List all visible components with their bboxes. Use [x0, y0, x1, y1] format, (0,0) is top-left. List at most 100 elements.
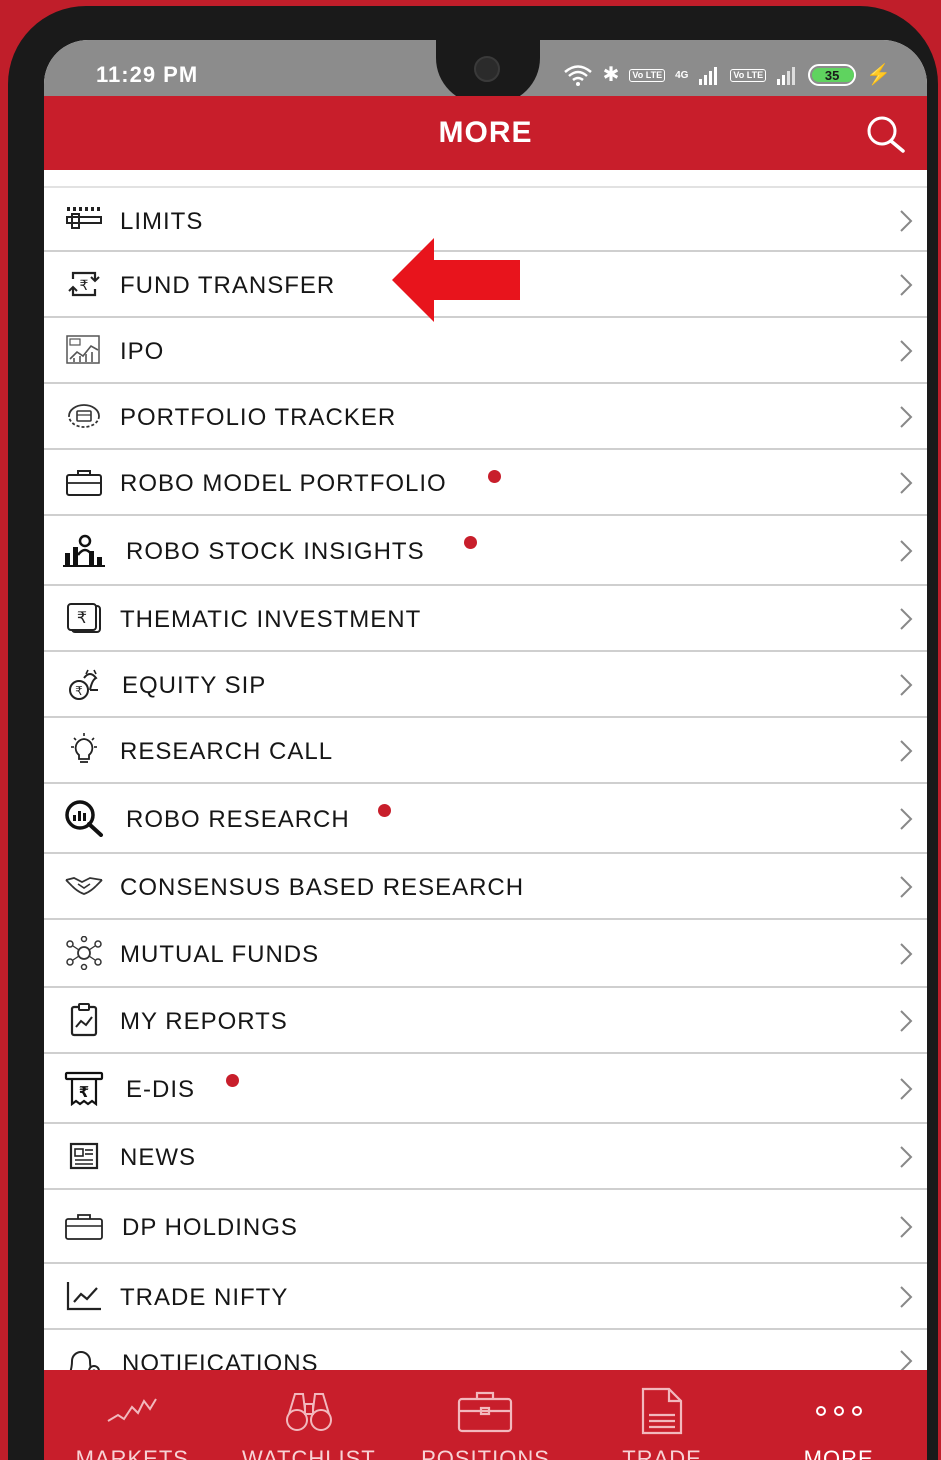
nav-label: MORE [803, 1446, 874, 1460]
menu-item-label: ROBO MODEL PORTFOLIO [120, 470, 447, 497]
nav-positions[interactable]: POSITIONS [397, 1370, 574, 1460]
menu-item-thematic-investment[interactable]: ₹ THEMATIC INVESTMENT [44, 586, 927, 652]
chevron-right-icon [900, 943, 913, 965]
page-title: MORE [438, 116, 533, 149]
nav-label: WATCHLIST [242, 1446, 376, 1460]
nav-watchlist[interactable]: WATCHLIST [221, 1370, 398, 1460]
menu-item-label: ROBO RESEARCH [126, 806, 350, 833]
menu-item-robo-model-portfolio[interactable]: ROBO MODEL PORTFOLIO [44, 450, 927, 516]
menu-item-robo-research[interactable]: ROBO RESEARCH [44, 784, 927, 854]
menu-item-label: DP HOLDINGS [122, 1214, 298, 1241]
new-badge-dot [378, 804, 391, 817]
menu-item-label: CONSENSUS BASED RESEARCH [120, 874, 525, 901]
menu-item-label: EQUITY SIP [122, 672, 267, 699]
battery-level: 35 [824, 67, 840, 83]
chevron-right-icon [900, 674, 913, 696]
menu-item-label: PORTFOLIO TRACKER [120, 404, 397, 431]
network-type: 4G [675, 69, 689, 81]
svg-text:₹: ₹ [75, 684, 83, 698]
briefcase-icon [62, 462, 106, 502]
status-bar: 11:29 PM ✱ Vo LTE 4G Vo LTE 35 ⚡ [44, 40, 927, 104]
menu-item-label: NEWS [120, 1144, 196, 1171]
stock-insights-icon [62, 530, 106, 570]
chevron-right-icon [900, 608, 913, 630]
menu-list: LIMITS ₹ FUND TRANSFER IPO PORTFOLIO TRA… [44, 186, 927, 1396]
menu-item-research-call[interactable]: RESEARCH CALL [44, 718, 927, 784]
menu-item-label: TRADE NIFTY [120, 1284, 289, 1311]
more-dots-icon [809, 1388, 869, 1434]
bottom-nav: MARKETS WATCHLIST POSITIONS TRADE MORE [44, 1370, 927, 1460]
document-icon [632, 1387, 692, 1435]
menu-item-ipo[interactable]: IPO [44, 318, 927, 384]
chevron-right-icon [900, 274, 913, 296]
rupee-note-icon: ₹ [62, 598, 106, 638]
nav-more[interactable]: MORE [750, 1370, 927, 1460]
svg-text:₹: ₹ [77, 608, 87, 627]
chevron-right-icon [900, 406, 913, 428]
markets-icon [102, 1388, 162, 1434]
menu-item-trade-nifty[interactable]: TRADE NIFTY [44, 1264, 927, 1330]
chevron-right-icon [900, 808, 913, 830]
chevron-right-icon [900, 1216, 913, 1238]
fund-transfer-icon: ₹ [62, 264, 106, 304]
menu-item-mutual-funds[interactable]: MUTUAL FUNDS [44, 920, 927, 988]
menu-item-equity-sip[interactable]: ₹ EQUITY SIP [44, 652, 927, 718]
nav-markets[interactable]: MARKETS [44, 1370, 221, 1460]
svg-text:₹: ₹ [79, 1083, 89, 1101]
menu-item-e-dis[interactable]: ₹ E-DIS [44, 1054, 927, 1124]
camera-notch [436, 40, 540, 104]
charging-icon: ⚡ [866, 64, 891, 86]
menu-item-robo-stock-insights[interactable]: ROBO STOCK INSIGHTS [44, 516, 927, 586]
menu-item-label: E-DIS [126, 1076, 196, 1103]
menu-item-label: IPO [120, 338, 165, 365]
bluetooth-icon: ✱ [602, 64, 620, 86]
nav-label: POSITIONS [421, 1446, 550, 1460]
annotation-arrow-icon [392, 238, 520, 322]
app-header: MORE [44, 96, 927, 170]
chevron-right-icon [900, 1286, 913, 1308]
chevron-right-icon [900, 1146, 913, 1168]
menu-item-label: RESEARCH CALL [120, 738, 334, 765]
chevron-right-icon [900, 1010, 913, 1032]
menu-item-label: MUTUAL FUNDS [120, 941, 320, 968]
menu-item-consensus-based-research[interactable]: CONSENSUS BASED RESEARCH [44, 854, 927, 920]
binoculars-icon [279, 1388, 339, 1434]
ipo-icon [62, 330, 106, 370]
chevron-right-icon [900, 876, 913, 898]
menu-item-portfolio-tracker[interactable]: PORTFOLIO TRACKER [44, 384, 927, 450]
chevron-right-icon [900, 472, 913, 494]
menu-item-label: ROBO STOCK INSIGHTS [126, 538, 425, 565]
menu-item-label: THEMATIC INVESTMENT [120, 606, 422, 633]
nav-label: TRADE [622, 1446, 702, 1460]
menu-item-dp-holdings[interactable]: DP HOLDINGS [44, 1190, 927, 1264]
menu-item-my-reports[interactable]: MY REPORTS [44, 988, 927, 1054]
receipt-rupee-icon: ₹ [62, 1068, 106, 1108]
new-badge-dot [488, 470, 501, 483]
handshake-icon [62, 866, 106, 906]
search-icon[interactable] [863, 114, 909, 154]
menu-item-label: LIMITS [120, 208, 204, 235]
chevron-right-icon [900, 340, 913, 362]
svg-text:₹: ₹ [80, 278, 89, 294]
lte-badge-1: Vo LTE [629, 68, 666, 82]
briefcase-icon [62, 1206, 106, 1246]
status-icons: ✱ Vo LTE 4G Vo LTE 35 ⚡ [563, 60, 891, 90]
lte-badge-2: Vo LTE [730, 68, 767, 82]
lightbulb-icon [62, 730, 106, 770]
signal-icon-2 [777, 67, 796, 85]
nav-trade[interactable]: TRADE [574, 1370, 751, 1460]
portfolio-tracker-icon [62, 396, 106, 436]
new-badge-dot [226, 1074, 239, 1087]
sip-icon: ₹ [62, 664, 106, 704]
chevron-right-icon [900, 1078, 913, 1100]
newspaper-icon [62, 1136, 106, 1176]
chevron-right-icon [900, 210, 913, 232]
menu-item-news[interactable]: NEWS [44, 1124, 927, 1190]
chevron-right-icon [900, 740, 913, 762]
limits-icon [62, 199, 106, 239]
status-time: 11:29 PM [96, 62, 199, 87]
clipboard-chart-icon [62, 1000, 106, 1040]
line-chart-icon [62, 1276, 106, 1316]
camera-icon [474, 56, 500, 82]
phone-frame: 11:29 PM ✱ Vo LTE 4G Vo LTE 35 ⚡ MORE LI… [8, 6, 938, 1460]
